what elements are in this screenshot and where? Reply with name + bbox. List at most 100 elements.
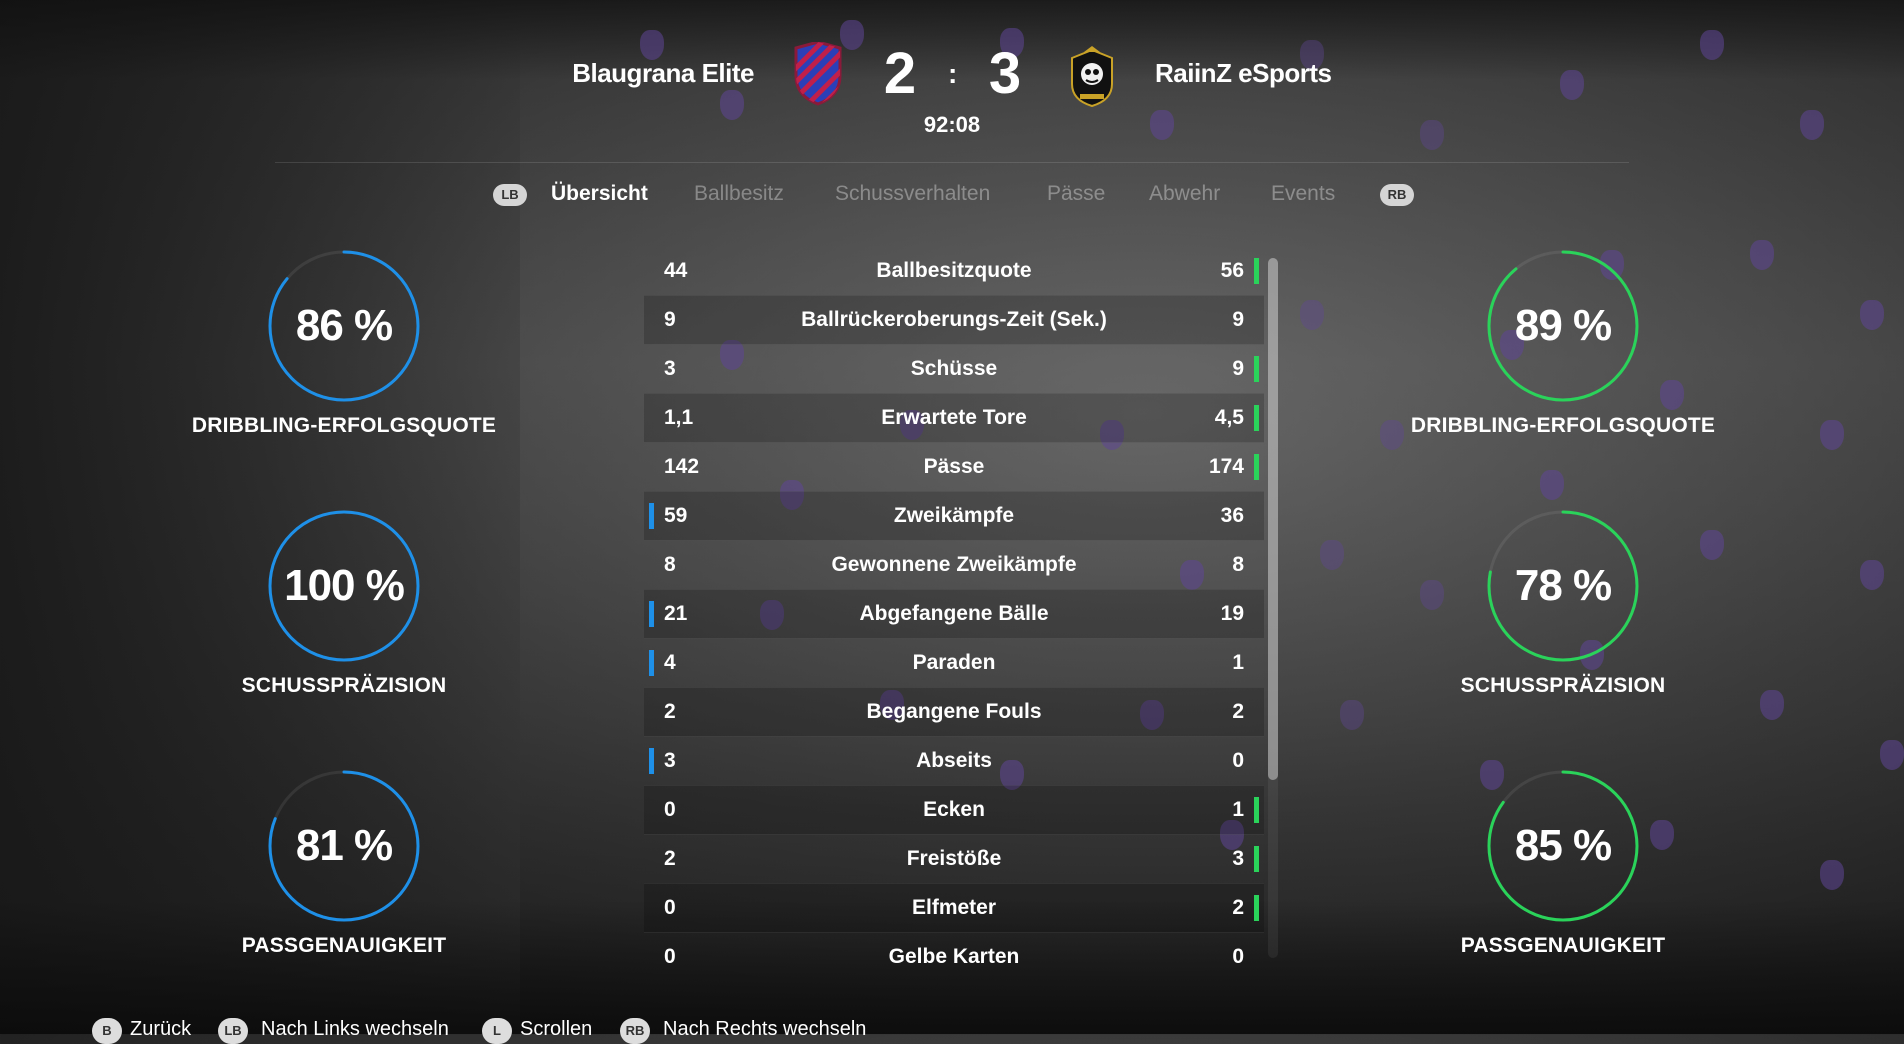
away-leader-marker <box>1254 797 1259 823</box>
background-pattern-mark <box>1650 820 1674 850</box>
tab-paesse[interactable]: Pässe <box>1047 182 1105 206</box>
header-divider <box>275 162 1629 163</box>
stat-row[interactable]: 142 Pässe 174 <box>644 442 1264 492</box>
stat-label: Pässe <box>923 455 985 478</box>
switch-right-hint-label[interactable]: Nach Rechts wechseln <box>663 1018 866 1041</box>
stat-row[interactable]: 21 Abgefangene Bälle 19 <box>644 589 1264 639</box>
left-stick-icon[interactable]: L <box>482 1018 512 1044</box>
home-stat-value: 4 <box>664 651 676 674</box>
stats-table[interactable]: 44 Ballbesitzquote 56 9 Ballrückeroberungs-Z… <box>644 246 1264 966</box>
stat-row[interactable]: 9 Ballrückeroberungs-Zeit (Sek.) 9 <box>644 295 1264 345</box>
ring-value: 86 % <box>295 301 393 350</box>
home-score: 2 <box>883 41 917 106</box>
stat-row[interactable]: 3 Schüsse 9 <box>644 344 1264 394</box>
away-leader-marker <box>1254 454 1259 480</box>
home-stat-value: 44 <box>664 259 688 282</box>
rb-button-icon[interactable]: RB <box>620 1018 650 1044</box>
ring-value: 89 % <box>1514 301 1612 350</box>
back-hint-label[interactable]: Zurück <box>130 1018 191 1041</box>
switch-left-hint-label[interactable]: Nach Links wechseln <box>261 1018 449 1041</box>
stat-label: Paraden <box>912 651 996 674</box>
stats-scrollbar-thumb[interactable] <box>1268 258 1278 780</box>
stat-row[interactable]: 2 Freistöße 3 <box>644 834 1264 884</box>
home-stat-value: 3 <box>664 749 676 772</box>
tab-ballbesitz[interactable]: Ballbesitz <box>694 182 784 206</box>
stat-label: Abgefangene Bälle <box>859 602 1049 625</box>
background-wall-left <box>0 0 520 1034</box>
percentage-ring: 78 % <box>1483 506 1643 666</box>
home-stat-value: 9 <box>664 308 676 331</box>
stat-label: Gewonnene Zweikämpfe <box>831 553 1077 576</box>
percentage-ring: 85 % <box>1483 766 1643 926</box>
rb-bumper-icon[interactable]: RB <box>1380 184 1414 206</box>
stat-row[interactable]: 3 Abseits 0 <box>644 736 1264 786</box>
away-stat-value: 4,5 <box>1214 406 1244 429</box>
percentage-ring: 81 % <box>264 766 424 926</box>
stat-label: Ballrückeroberungs-Zeit (Sek.) <box>801 308 1107 331</box>
away-stat-value: 0 <box>1232 945 1244 966</box>
stat-row[interactable]: 44 Ballbesitzquote 56 <box>644 246 1264 296</box>
stat-row[interactable]: 0 Gelbe Karten 0 <box>644 932 1264 966</box>
away-stat-value: 1 <box>1232 651 1244 674</box>
stat-row[interactable]: 59 Zweikämpfe 36 <box>644 491 1264 541</box>
away-stat-value: 1 <box>1232 798 1244 821</box>
ring-label: SCHUSSPRÄZISION <box>1460 674 1666 697</box>
tab-uebersicht[interactable]: Übersicht <box>551 182 648 206</box>
away-team-name: RaiinZ eSports <box>1155 58 1332 88</box>
home-stat-value: 8 <box>664 553 676 576</box>
ring-label: SCHUSSPRÄZISION <box>241 674 447 697</box>
footer-hints: B Zurück LB Nach Links wechseln L Scroll… <box>0 1010 1904 1044</box>
tab-abwehr[interactable]: Abwehr <box>1149 182 1220 206</box>
background-pattern-mark <box>1340 700 1364 730</box>
ring-value: 78 % <box>1514 561 1612 610</box>
stat-label: Abseits <box>916 749 992 772</box>
score-separator: : <box>948 58 958 89</box>
lb-bumper-icon[interactable]: LB <box>493 184 527 206</box>
home-stat-value: 2 <box>664 700 676 723</box>
stat-row[interactable]: 0 Ecken 1 <box>644 785 1264 835</box>
away-stat-value: 19 <box>1220 602 1244 625</box>
stat-row[interactable]: 8 Gewonnene Zweikämpfe 8 <box>644 540 1264 590</box>
background-pattern-mark <box>1320 540 1344 570</box>
stat-row[interactable]: 0 Elfmeter 2 <box>644 883 1264 933</box>
away-stat-value: 2 <box>1232 700 1244 723</box>
stat-row[interactable]: 2 Begangene Fouls 2 <box>644 687 1264 737</box>
tab-schussverhalten[interactable]: Schussverhalten <box>835 182 990 206</box>
home-stat-value: 142 <box>664 455 700 478</box>
stat-row[interactable]: 1,1 Erwartete Tore 4,5 <box>644 393 1264 443</box>
match-clock: 92:08 <box>923 112 981 137</box>
background-pattern-mark <box>1700 530 1724 560</box>
away-team-crest-icon <box>1066 44 1118 108</box>
background-pattern-mark <box>1660 380 1684 410</box>
stat-label: Elfmeter <box>911 896 997 919</box>
lb-button-icon[interactable]: LB <box>218 1018 248 1044</box>
home-stat-value: 1,1 <box>664 406 694 429</box>
stat-label: Ballbesitzquote <box>876 259 1032 282</box>
away-stat-value: 9 <box>1232 308 1244 331</box>
home-leader-marker <box>649 503 654 529</box>
home-leader-marker <box>649 601 654 627</box>
stats-tab-bar: LB Übersicht Ballbesitz Schussverhalten … <box>0 178 1904 214</box>
ring-label: PASSGENAUIGKEIT <box>241 934 447 957</box>
b-button-icon[interactable]: B <box>92 1018 122 1044</box>
background-pattern-mark <box>1760 690 1784 720</box>
away-stat-value: 9 <box>1232 357 1244 380</box>
background-pattern-mark <box>1750 240 1774 270</box>
background-pattern-mark <box>1540 470 1564 500</box>
stat-label: Gelbe Karten <box>888 945 1020 966</box>
stat-label: Freistöße <box>906 847 1002 870</box>
scroll-hint-label[interactable]: Scrollen <box>520 1018 592 1041</box>
background-pattern-mark <box>1300 300 1324 330</box>
background-pattern-mark <box>1860 300 1884 330</box>
tab-events[interactable]: Events <box>1271 182 1335 206</box>
match-header: Blaugrana Elite 2 : 3 RaiinZ eSports 92:… <box>0 40 1904 163</box>
ring-value: 100 % <box>284 561 405 610</box>
ring-label: DRIBBLING-ERFOLGSQUOTE <box>191 414 497 437</box>
home-stat-value: 0 <box>664 896 676 919</box>
stat-label: Ecken <box>923 798 985 821</box>
percentage-ring: 89 % <box>1483 246 1643 406</box>
stat-row[interactable]: 4 Paraden 1 <box>644 638 1264 688</box>
background-pattern-mark <box>1420 580 1444 610</box>
ring-label: PASSGENAUIGKEIT <box>1460 934 1666 957</box>
percentage-ring: 86 % <box>264 246 424 406</box>
